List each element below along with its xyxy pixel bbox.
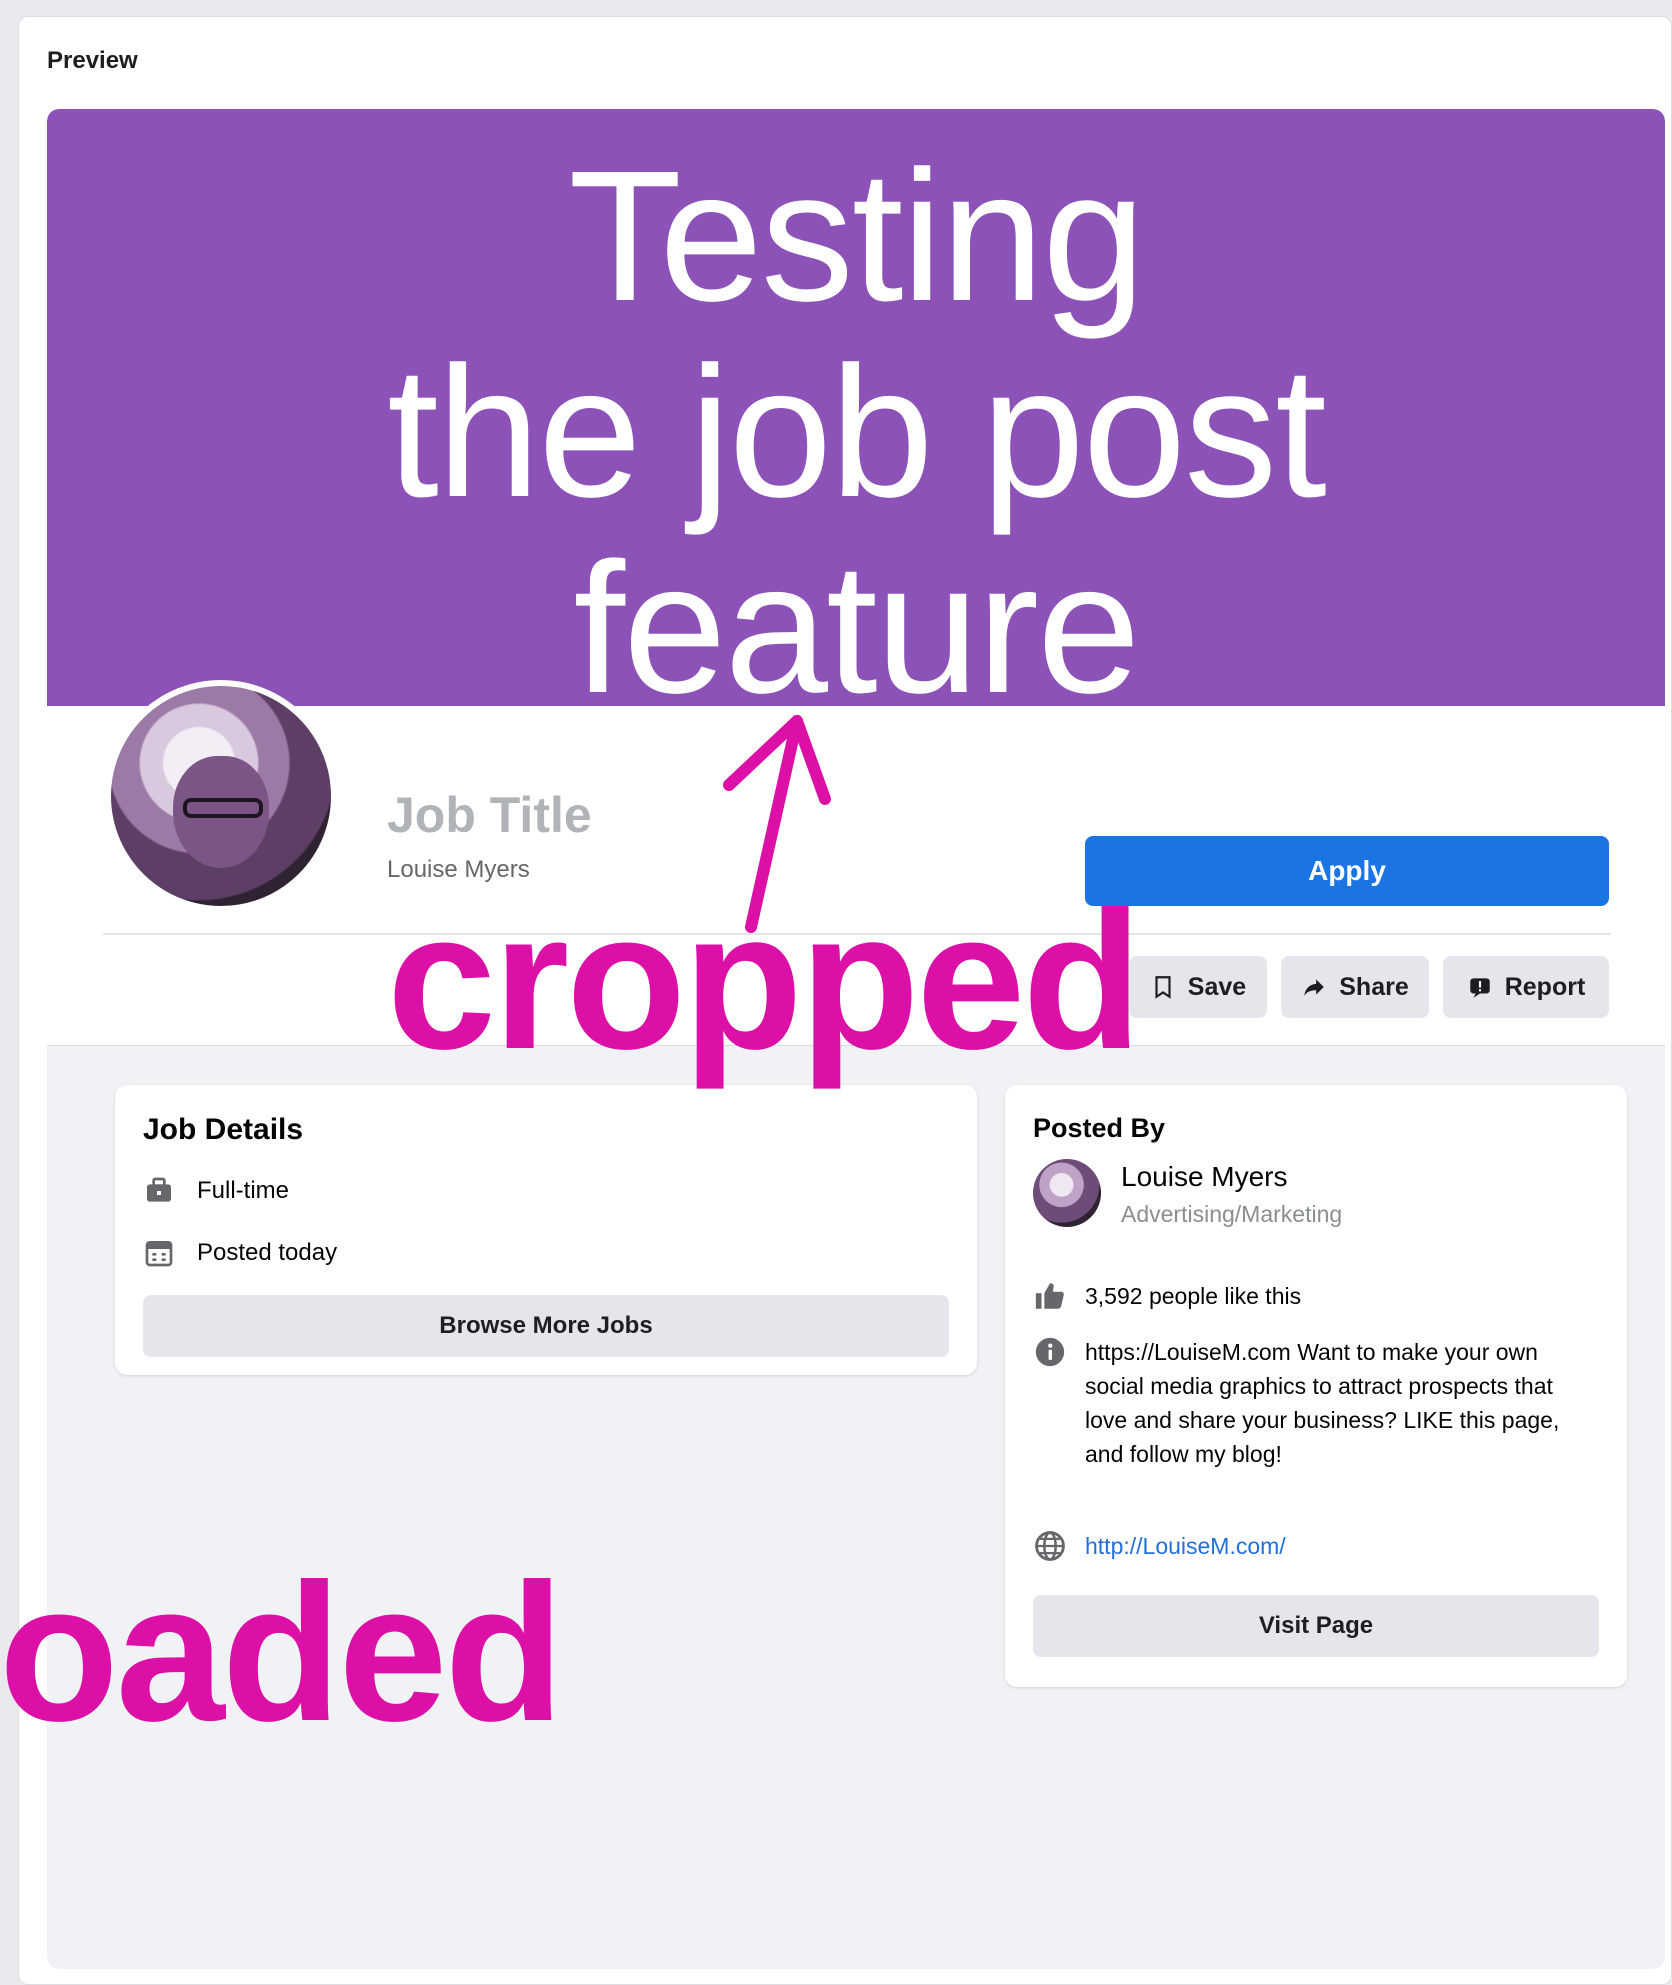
browse-more-jobs-label: Browse More Jobs — [439, 1312, 653, 1339]
info-icon — [1035, 1337, 1065, 1367]
job-details-title: Job Details — [143, 1113, 304, 1146]
annotation-loaded: oaded — [0, 1543, 564, 1762]
apply-button[interactable]: Apply — [1085, 836, 1609, 906]
posted-by-card: Posted By Louise Myers Advertising/Marke… — [1005, 1085, 1627, 1687]
visit-page-button[interactable]: Visit Page — [1033, 1595, 1599, 1657]
briefcase-icon — [147, 1177, 171, 1202]
poster-avatar[interactable] — [1033, 1159, 1101, 1227]
likes-count: 3,592 people like this — [1085, 1283, 1302, 1309]
browse-more-jobs-button[interactable]: Browse More Jobs — [143, 1295, 949, 1357]
website-row: http://LouiseM.com/ — [1033, 1529, 1286, 1563]
share-button-label: Share — [1339, 972, 1409, 1001]
job-details-card: Job Details Full-time Posted today Brows… — [115, 1085, 977, 1375]
about-row: https://LouiseM.com Want to make your ow… — [1033, 1335, 1593, 1471]
page-about: https://LouiseM.com Want to make your ow… — [1085, 1339, 1560, 1467]
thumbs-up-icon — [1035, 1283, 1064, 1309]
bookmark-icon — [1155, 976, 1171, 999]
annotation-cropped: cropped — [387, 871, 1142, 1090]
share-icon — [1304, 979, 1324, 996]
poster-name[interactable]: Louise Myers — [1121, 1161, 1288, 1193]
cover-image: Testing the job post feature — [47, 109, 1665, 727]
website-link[interactable]: http://LouiseM.com/ — [1085, 1529, 1286, 1563]
likes-row: 3,592 people like this — [1033, 1279, 1301, 1313]
cover-text: Testing the job post feature — [387, 133, 1327, 732]
report-button[interactable]: Report — [1443, 956, 1609, 1018]
report-icon — [1469, 978, 1490, 998]
save-button[interactable]: Save — [1129, 956, 1267, 1018]
share-button[interactable]: Share — [1281, 956, 1429, 1018]
apply-button-label: Apply — [1308, 855, 1386, 886]
detail-row-employment-type: Full-time — [143, 1175, 289, 1207]
job-title: Job Title — [387, 787, 592, 843]
preview-panel: Preview Testing the job post feature Job… — [0, 16, 1672, 1985]
save-button-label: Save — [1187, 972, 1247, 1001]
calendar-icon — [145, 1241, 173, 1267]
poster-category: Advertising/Marketing — [1121, 1201, 1343, 1227]
globe-icon — [1035, 1531, 1065, 1561]
detail-row-posted-date: Posted today — [143, 1237, 337, 1269]
visit-page-label: Visit Page — [1258, 1612, 1374, 1639]
report-button-label: Report — [1504, 972, 1586, 1001]
preview-label: Preview — [47, 47, 138, 74]
avatar — [105, 680, 337, 912]
employment-type: Full-time — [197, 1177, 290, 1204]
posted-by-title: Posted By — [1033, 1113, 1166, 1143]
posted-date: Posted today — [197, 1239, 338, 1266]
